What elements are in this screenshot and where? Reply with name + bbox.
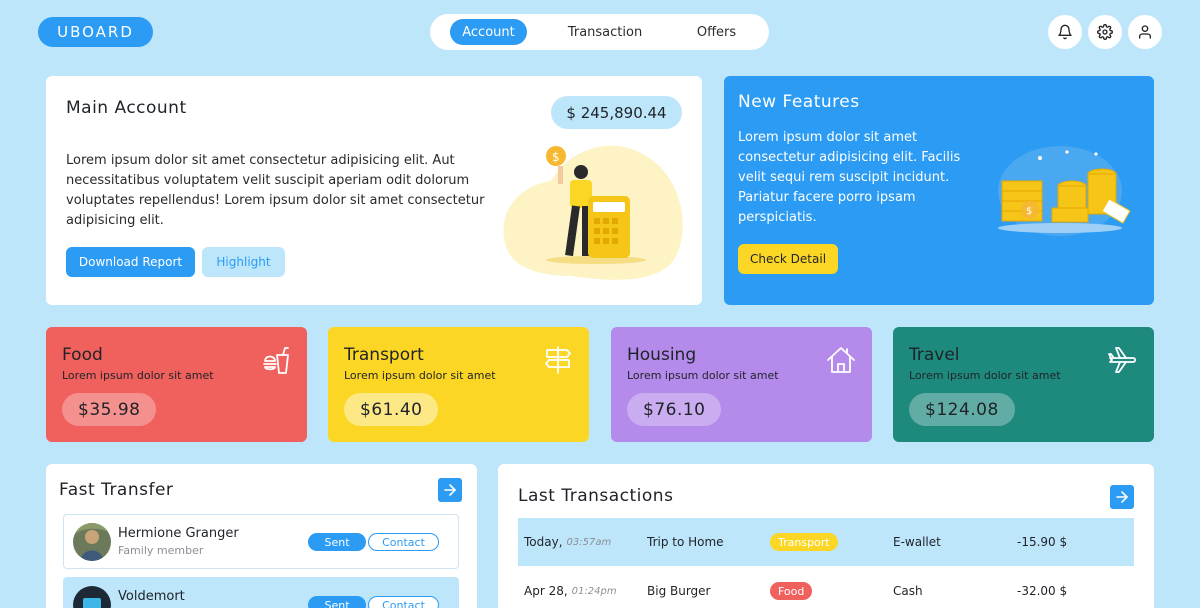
category-subtitle: Lorem ipsum dolor sit amet [627, 369, 779, 382]
transaction-time: 03:57am [566, 536, 612, 548]
category-card-food[interactable]: Food Lorem ipsum dolor sit amet $35.98 [46, 327, 307, 442]
tab-transaction[interactable]: Transaction [560, 19, 650, 45]
notifications-button[interactable] [1048, 15, 1082, 49]
category-amount: $124.08 [909, 393, 1015, 426]
burger-icon [263, 347, 289, 374]
transaction-row[interactable]: Apr 28, 01:24pm Big Burger Food Cash -32.… [518, 567, 1134, 608]
transaction-description: Trip to Home [647, 535, 724, 549]
fast-transfer-more-button[interactable] [438, 478, 462, 502]
avatar [73, 523, 111, 561]
category-subtitle: Lorem ipsum dolor sit amet [909, 369, 1061, 382]
house-icon [827, 347, 855, 373]
profile-button[interactable] [1128, 15, 1162, 49]
plane-icon [1108, 347, 1137, 373]
features-title: New Features [738, 92, 860, 112]
settings-button[interactable] [1088, 15, 1122, 49]
category-amount: $35.98 [62, 393, 157, 426]
sent-button[interactable]: Sent [308, 533, 366, 551]
transaction-date: Today, [524, 535, 563, 549]
fast-transfer-title: Fast Transfer [59, 480, 174, 500]
signpost-icon [545, 346, 571, 374]
download-report-button[interactable]: Download Report [66, 247, 195, 277]
category-subtitle: Lorem ipsum dolor sit amet [62, 369, 214, 382]
category-tag: Food [770, 582, 813, 600]
main-account-description: Lorem ipsum dolor sit amet consectetur a… [66, 153, 485, 228]
last-transactions-title: Last Transactions [518, 486, 674, 506]
arrow-right-icon [444, 484, 456, 496]
transaction-time: 01:24pm [571, 585, 617, 597]
svg-text:$: $ [1026, 206, 1032, 217]
category-tag: Transport [770, 533, 838, 551]
transaction-category-cell: Food [770, 567, 813, 608]
category-name: Travel [909, 345, 960, 365]
category-card-transport[interactable]: Transport Lorem ipsum dolor sit amet $61… [328, 327, 589, 442]
category-name: Transport [344, 345, 424, 365]
new-features-card: New Features Lorem ipsum dolor sit amet … [724, 76, 1154, 305]
transaction-row[interactable]: Today, 03:57am Trip to Home Transport E-w… [518, 518, 1134, 566]
gear-icon [1097, 24, 1113, 40]
avatar [73, 586, 111, 608]
category-name: Housing [627, 345, 697, 365]
contact-name: Voldemort [118, 589, 185, 604]
category-card-housing[interactable]: Housing Lorem ipsum dolor sit amet $76.1… [611, 327, 872, 442]
contact-name: Hermione Granger [118, 526, 239, 541]
category-name: Food [62, 345, 103, 365]
svg-text:$: $ [552, 150, 560, 164]
account-balance: $ 245,890.44 [551, 96, 682, 129]
transaction-method: E-wallet [893, 535, 941, 549]
main-account-title: Main Account [66, 98, 187, 118]
calculator-illustration: $ [503, 145, 683, 280]
top-nav: Account Transaction Offers [430, 14, 769, 50]
last-transactions-more-button[interactable] [1110, 485, 1134, 509]
tab-account[interactable]: Account [450, 19, 527, 45]
transaction-method: Cash [893, 584, 923, 598]
transaction-date: Apr 28, [524, 584, 568, 598]
category-subtitle: Lorem ipsum dolor sit amet [344, 369, 496, 382]
transfer-contact-row[interactable]: Hermione Granger Family member Sent Cont… [63, 514, 459, 569]
app-logo[interactable]: UBOARD [38, 17, 153, 47]
money-stack-illustration: $ [998, 146, 1131, 236]
transaction-date-cell: Today, 03:57am [524, 518, 611, 566]
check-detail-button[interactable]: Check Detail [738, 244, 838, 274]
arrow-right-icon [1116, 491, 1128, 503]
last-transactions-card: Last Transactions Today, 03:57am Trip to … [498, 464, 1154, 608]
transaction-date-cell: Apr 28, 01:24pm [524, 567, 617, 608]
tab-offers[interactable]: Offers [684, 19, 749, 45]
transfer-contact-row[interactable]: Voldemort Sent Contact [63, 577, 459, 608]
fast-transfer-card: Fast Transfer Hermione Granger Family me… [46, 464, 477, 608]
main-account-card: Main Account $ 245,890.44 Lorem ipsum do… [46, 76, 702, 305]
contact-button[interactable]: Contact [368, 533, 439, 551]
category-card-travel[interactable]: Travel Lorem ipsum dolor sit amet $124.0… [893, 327, 1154, 442]
contact-button[interactable]: Contact [368, 596, 439, 608]
transaction-description: Big Burger [647, 584, 711, 598]
bell-icon [1058, 24, 1072, 40]
user-icon [1139, 25, 1151, 39]
transaction-category-cell: Transport [770, 518, 838, 566]
transaction-amount: -15.90 $ [1017, 535, 1068, 549]
category-amount: $61.40 [344, 393, 439, 426]
sent-button[interactable]: Sent [308, 596, 366, 608]
category-amount: $76.10 [627, 393, 722, 426]
features-description: Lorem ipsum dolor sit amet consectetur a… [738, 130, 961, 225]
transaction-amount: -32.00 $ [1017, 584, 1068, 598]
contact-role: Family member [118, 544, 204, 557]
highlight-button[interactable]: Highlight [202, 247, 285, 277]
